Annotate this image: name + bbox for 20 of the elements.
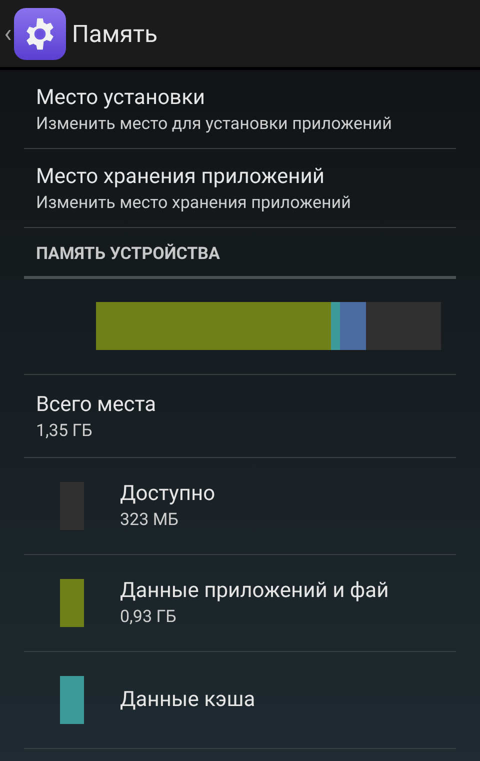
item-title: Данные кэша [120,686,256,714]
item-title: Доступно [120,480,216,508]
settings-item[interactable]: Место хранения приложений Изменить место хранения приложений [24,149,456,228]
item-title: Всего места [36,392,158,418]
back-button[interactable]: ‹ [4,20,12,46]
item-title: Место установки [36,85,206,112]
item-summary: 323 МБ [120,508,180,532]
item-title: Место хранения приложений [36,164,326,191]
legend-item[interactable]: Данные кэша [24,652,456,748]
settings-item[interactable]: Место установки Изменить место для установки приложений [24,70,456,149]
item-summary: 1,35 ГБ [36,420,94,442]
section-header: ПАМЯТЬ УСТРОЙСТВА [24,228,456,278]
gear-icon [14,8,66,60]
item-summary: Изменить место для установки приложений [36,113,393,136]
legend-item[interactable]: Данные приложений и фай 0,93 ГБ [24,554,456,652]
legend-item[interactable]: Доступно 323 МБ [24,458,456,554]
item-summary: Изменить место хранения приложений [36,192,352,215]
screen-title: Память [72,18,158,50]
item-summary: 0,93 ГБ [120,606,178,628]
item-title: Данные приложений и фай [120,578,389,604]
